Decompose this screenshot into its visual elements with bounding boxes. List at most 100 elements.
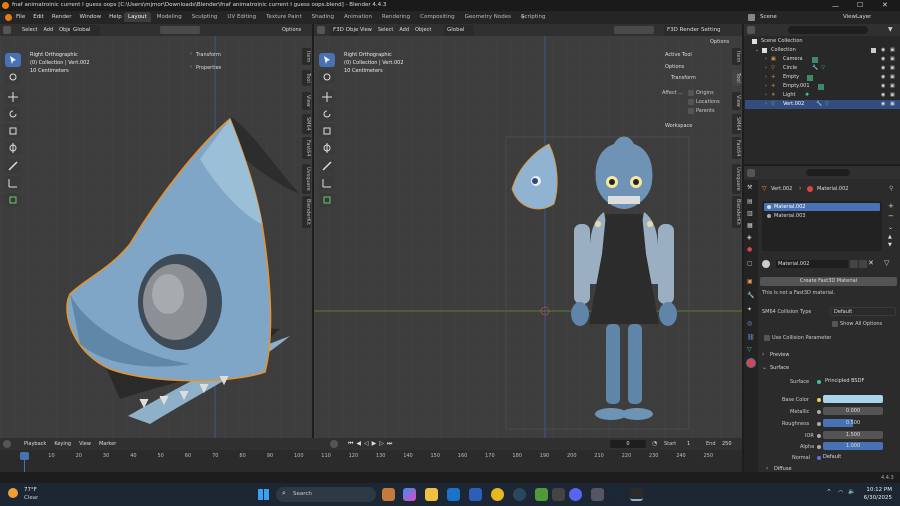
pin-icon[interactable]: ⚲ — [889, 185, 893, 192]
outliner-row-light[interactable]: › ☀ Light ✹ ◉ ▣ — [745, 91, 900, 100]
material-tab-icon[interactable] — [746, 358, 756, 368]
timeline-menu-marker[interactable]: Marker — [99, 441, 116, 447]
annotate-tool-button[interactable] — [319, 159, 335, 173]
play-reverse-button[interactable]: ◁ — [364, 440, 369, 448]
chevron-down-icon[interactable]: ⌄ — [762, 364, 767, 371]
outliner-editor-icon[interactable] — [747, 26, 755, 34]
timeline-menu-view[interactable]: View — [79, 441, 91, 447]
right-menu-add[interactable]: Add — [399, 27, 409, 33]
measure-tool-button[interactable] — [319, 176, 335, 190]
discord-icon[interactable] — [569, 488, 582, 501]
jump-end-button[interactable]: ⏭ — [387, 440, 392, 448]
eye-icon[interactable]: ◉ — [881, 100, 885, 109]
timeline-ruler[interactable]: 0102030405060708090100110120130140150160… — [0, 451, 742, 461]
right-tab-view[interactable]: View — [732, 92, 741, 110]
collection-tab-icon[interactable]: ▢ — [747, 260, 753, 267]
blender-menu-icon[interactable] — [5, 14, 12, 21]
chevron-right-icon[interactable]: › — [766, 465, 768, 472]
chevron-up-icon[interactable]: ⌃ — [826, 488, 832, 496]
taskbar-search-box[interactable]: ⌕ Search — [276, 487, 376, 502]
select-tool-button[interactable] — [5, 53, 21, 67]
right-viewport[interactable]: F3D Object Mode View Select Add Object G… — [314, 24, 742, 438]
left-orientation-select[interactable]: Global — [70, 25, 100, 36]
minimize-button[interactable]: — — [832, 2, 839, 10]
left-tab-blenderkit[interactable]: BlenderKit — [302, 196, 311, 228]
data-tab-icon[interactable]: ▽ — [747, 346, 752, 353]
particles-tab-icon[interactable]: ✦ — [747, 306, 752, 313]
eye-icon[interactable]: ◉ — [881, 55, 885, 64]
camera-icon[interactable]: ▣ — [890, 82, 895, 91]
chevron-right-icon[interactable]: › — [765, 73, 767, 82]
tab-modeling[interactable]: Modeling — [153, 12, 186, 22]
chevron-right-icon[interactable]: › — [765, 64, 767, 73]
playhead[interactable] — [20, 452, 29, 460]
object-tab-icon[interactable]: ▣ — [747, 278, 753, 285]
blender-taskbar-icon[interactable] — [630, 488, 643, 501]
material-name-field[interactable]: Material.002 — [776, 260, 848, 268]
scale-tool-button[interactable] — [319, 124, 335, 138]
tab-shading[interactable]: Shading — [308, 12, 338, 22]
view-layer-tab-icon[interactable]: ▦ — [747, 222, 753, 229]
right-tab-fast64[interactable]: Fast64 — [732, 137, 741, 160]
eye-icon[interactable]: ◉ — [881, 46, 885, 55]
outliner-row-vert-002[interactable]: › ▽ Vert.002 🔧 ▽ ◉ ▣ — [745, 100, 900, 109]
annotate-tool-button[interactable] — [5, 159, 21, 173]
editor-type-icon[interactable] — [3, 26, 11, 34]
move-tool-button[interactable] — [5, 90, 21, 104]
ior-field[interactable]: 1.500 — [823, 431, 883, 439]
render-settings-button[interactable]: F3D Render Settings — [664, 25, 720, 36]
tab-uv-editing[interactable]: UV Editing — [223, 12, 260, 22]
left-tab-uvsquare[interactable]: Uvsquare — [302, 164, 311, 194]
stopwatch-icon[interactable]: ◔ — [652, 440, 657, 447]
timeline-editor-icon[interactable] — [3, 440, 11, 448]
use-collision-checkbox[interactable] — [764, 335, 770, 341]
surface-panel[interactable]: Surface — [770, 365, 789, 371]
play-button[interactable]: ▶ — [372, 440, 377, 448]
menu-file[interactable]: File — [16, 14, 25, 20]
left-options-button[interactable]: Options — [282, 27, 301, 33]
metallic-field[interactable]: 0.000 — [823, 407, 883, 415]
widgets-icon[interactable] — [382, 488, 395, 501]
rotate-tool-button[interactable] — [319, 107, 335, 121]
right-menu-view[interactable]: View — [360, 27, 372, 33]
measure-tool-button[interactable] — [5, 176, 21, 190]
move-slot-down-button[interactable]: ▼ — [888, 242, 892, 248]
maximize-button[interactable]: ☐ — [857, 1, 863, 9]
chrome-icon[interactable] — [491, 488, 504, 501]
right-tab-blenderkit[interactable]: BlenderKit — [732, 196, 741, 228]
cursor-tool-button[interactable] — [319, 70, 335, 84]
chevron-right-icon[interactable]: › — [762, 351, 764, 358]
mode-select[interactable]: F3D Object Mode — [330, 25, 358, 36]
windows-start-icon[interactable] — [258, 489, 269, 500]
outliner-row-circle[interactable]: › ▽ Circle 🔧 ▽ ◉ ▣ — [745, 64, 900, 73]
menu-help[interactable]: Help — [109, 14, 122, 20]
cursor-tool-button[interactable] — [5, 70, 21, 84]
right-menu-object[interactable]: Object — [415, 27, 431, 33]
camera-icon[interactable]: ▣ — [890, 46, 895, 55]
preview-panel[interactable]: Preview — [770, 352, 789, 358]
camera-icon[interactable]: ▣ — [890, 73, 895, 82]
left-transform-panel[interactable]: Transform — [196, 52, 221, 58]
chevron-right-icon[interactable]: › — [765, 91, 767, 100]
weather-icon[interactable] — [8, 488, 18, 498]
start-frame-field[interactable]: 1 — [687, 441, 690, 447]
add-slot-button[interactable]: + — [888, 202, 894, 210]
menu-edit[interactable]: Edit — [33, 14, 44, 20]
chevron-right-icon[interactable]: › — [765, 55, 767, 64]
camera-icon[interactable]: ▣ — [890, 64, 895, 73]
parents-checkbox[interactable] — [688, 108, 694, 114]
left-tab-sm64[interactable]: SM64 — [302, 114, 311, 134]
origins-checkbox[interactable] — [688, 90, 694, 96]
close-button[interactable]: ✕ — [882, 1, 888, 9]
timeline-menu-playback[interactable]: Playback — [24, 441, 46, 447]
show-all-options-checkbox[interactable] — [832, 321, 838, 327]
left-tab-view[interactable]: View — [302, 92, 311, 110]
outlook-icon[interactable] — [447, 488, 460, 501]
right-options-button[interactable]: Options — [710, 39, 729, 45]
left-viewport[interactable]: Select Add Object Global Options Right O… — [0, 24, 312, 438]
add-cube-tool-button[interactable] — [5, 193, 21, 207]
output-tab-icon[interactable]: ▥ — [747, 210, 753, 217]
add-workspace-button[interactable]: + — [520, 13, 526, 21]
checkbox-icon[interactable] — [871, 48, 876, 53]
options-panel[interactable]: Options — [665, 64, 684, 70]
